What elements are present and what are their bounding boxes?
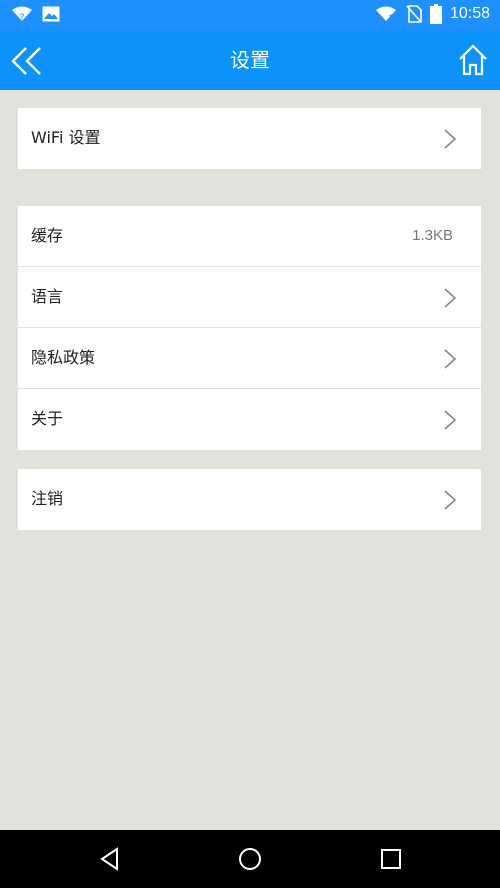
home-icon[interactable] [458, 44, 488, 76]
status-bar: ? 10:58 [0, 0, 500, 31]
chevron-right-icon [444, 349, 457, 369]
chevron-right-icon [444, 129, 457, 149]
back-triangle-icon[interactable] [97, 846, 123, 872]
no-sim-icon [406, 5, 422, 23]
recents-square-icon[interactable] [378, 846, 404, 872]
settings-item-language[interactable]: 语言 [18, 267, 481, 328]
settings-item-logout[interactable]: 注销 [18, 469, 481, 530]
chevron-right-icon [444, 288, 457, 308]
home-circle-icon[interactable] [237, 846, 263, 872]
settings-item-label: 缓存 [31, 226, 64, 245]
settings-item-label: 关于 [31, 409, 64, 428]
settings-group-account: 注销 [18, 469, 481, 530]
page-title: 设置 [230, 48, 270, 72]
settings-item-label: WiFi 设置 [31, 128, 101, 147]
wifi-question-icon: ? [12, 6, 32, 22]
settings-item-label: 语言 [31, 287, 64, 306]
image-icon [42, 6, 60, 22]
app-bar: 设置 [0, 31, 500, 90]
settings-item-wifi[interactable]: WiFi 设置 [18, 108, 481, 169]
wifi-x-icon [375, 6, 397, 22]
chevron-right-icon [444, 410, 457, 430]
cache-size-value: 1.3KB [412, 227, 453, 244]
chevron-right-icon [444, 490, 457, 510]
status-time: 10:58 [449, 5, 490, 22]
settings-item-privacy-policy[interactable]: 隐私政策 [18, 328, 481, 389]
battery-icon [429, 4, 442, 24]
settings-item-label: 隐私政策 [31, 348, 96, 367]
settings-item-cache[interactable]: 缓存 1.3KB [18, 206, 481, 267]
settings-group-general: 缓存 1.3KB 语言 隐私政策 关于 [18, 206, 481, 450]
settings-item-label: 注销 [31, 489, 64, 508]
system-nav-bar [0, 830, 500, 888]
settings-item-about[interactable]: 关于 [18, 389, 481, 450]
settings-group-network: WiFi 设置 [18, 108, 481, 169]
svg-text:?: ? [20, 13, 25, 22]
